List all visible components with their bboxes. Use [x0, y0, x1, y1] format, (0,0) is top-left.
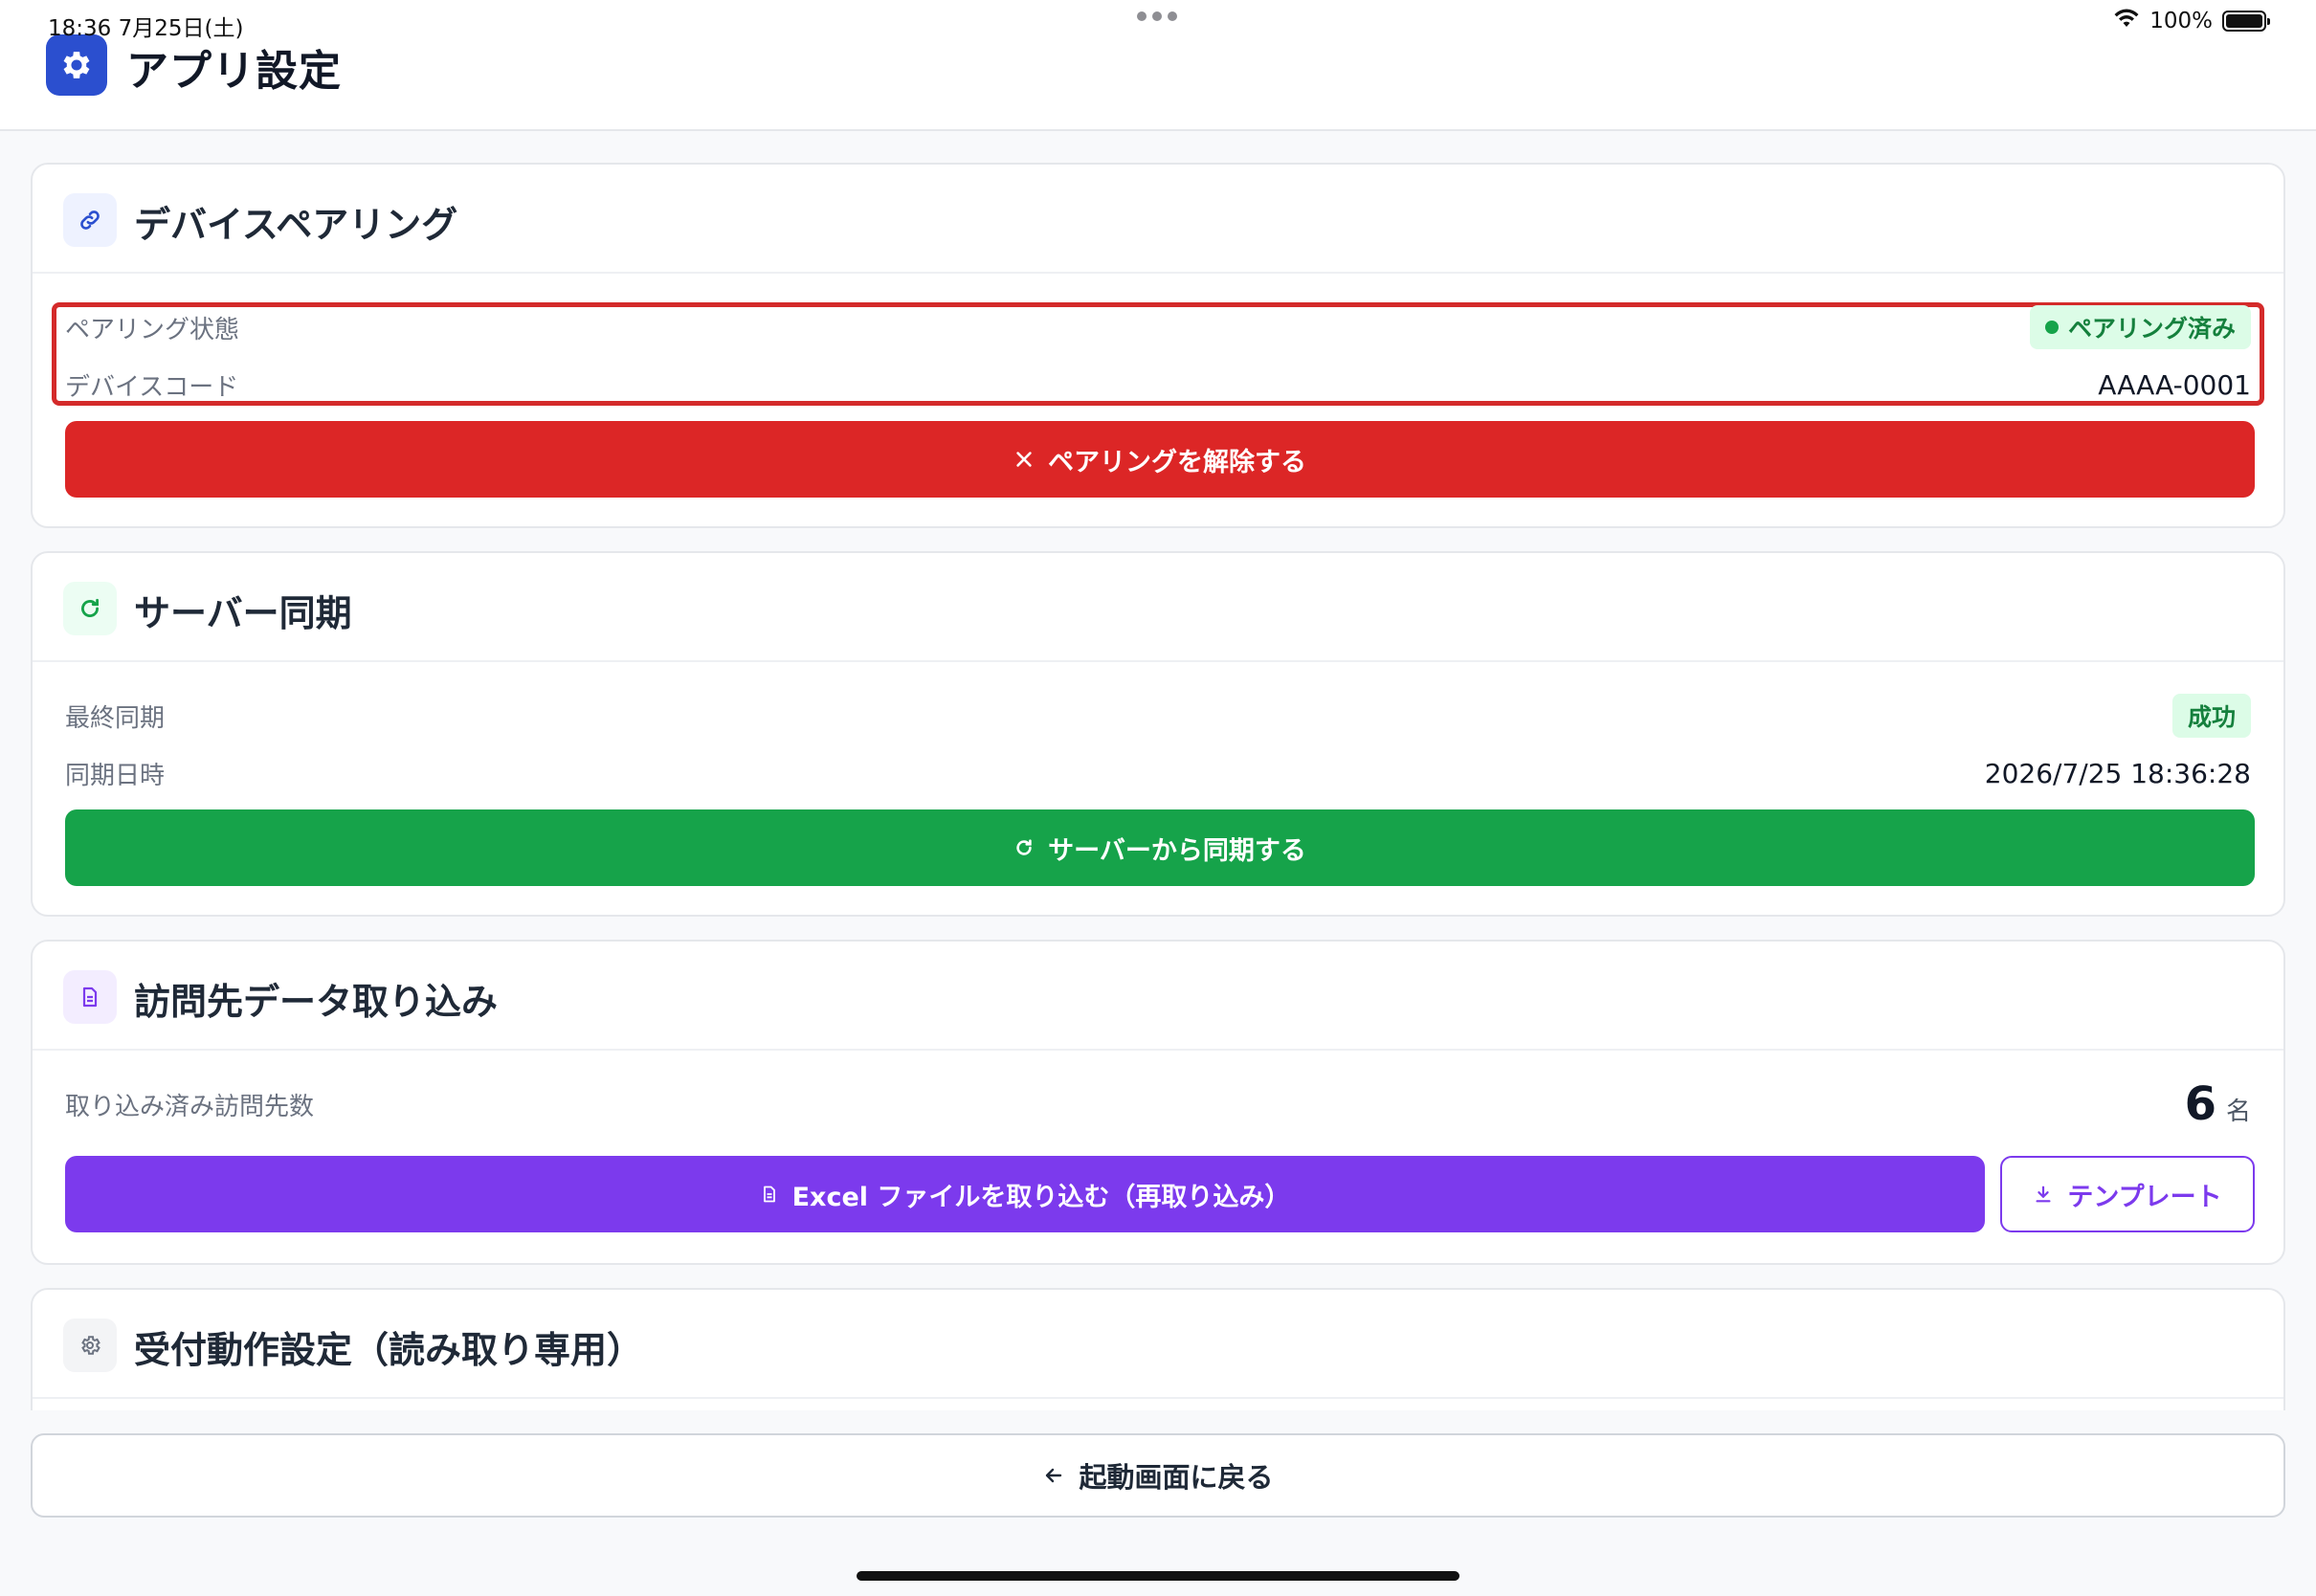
import-count-value: 6: [2184, 1077, 2216, 1131]
template-button-label: テンプレート: [2067, 1182, 2222, 1212]
home-indicator[interactable]: [857, 1571, 1459, 1581]
import-card: 訪問先データ取り込み 取り込み済み訪問先数 6 名 Excel ファイルを取り込…: [31, 940, 2285, 1265]
sync-button-label: サーバーから同期する: [1048, 835, 1306, 866]
status-bar: 18:36 7月25日(土) 100%: [0, 0, 2316, 44]
arrow-left-icon: [1046, 1468, 1062, 1483]
battery-percent: 100%: [2149, 9, 2213, 33]
import-count-label: 取り込み済み訪問先数: [65, 1092, 315, 1121]
sync-time-label: 同期日時: [65, 761, 166, 790]
unpair-button-label: ペアリングを解除する: [1048, 447, 1306, 477]
import-card-header: 訪問先データ取り込み: [33, 942, 2283, 1051]
back-button-label: 起動画面に戻る: [1079, 1461, 1274, 1494]
multitask-dots[interactable]: [1137, 11, 1177, 21]
wifi-icon: [2113, 8, 2140, 34]
sync-button[interactable]: サーバーから同期する: [65, 809, 2255, 886]
device-code-row: デバイスコード AAAA-0001: [65, 364, 2251, 406]
document-icon: [763, 1186, 775, 1203]
import-count-unit: 名: [2225, 1097, 2251, 1126]
back-button[interactable]: 起動画面に戻る: [31, 1433, 2285, 1518]
status-time: 18:36 7月25日(土): [48, 16, 244, 41]
import-excel-button-label: Excel ファイルを取り込む（再取り込み）: [791, 1182, 1291, 1212]
template-button[interactable]: テンプレート: [2000, 1156, 2255, 1232]
status-badge: ペアリング済み: [2029, 305, 2251, 349]
import-count-row: 取り込み済み訪問先数 6 名: [65, 1077, 2251, 1131]
last-sync-row: 最終同期 成功: [65, 694, 2251, 738]
status-dot-icon: [2044, 321, 2059, 334]
status-badge-text: ペアリング済み: [2067, 315, 2236, 343]
gear-icon: [63, 1319, 117, 1372]
unpair-button[interactable]: ペアリングを解除する: [65, 421, 2255, 498]
close-icon: [1016, 452, 1032, 467]
device-code-value: AAAA-0001: [2098, 368, 2251, 401]
status-right: 100%: [2113, 8, 2270, 34]
sync-time-row: 同期日時 2026/7/25 18:36:28: [65, 752, 2251, 794]
refresh-icon: [63, 582, 117, 635]
document-icon: [63, 970, 117, 1024]
pairing-status-label: ペアリング状態: [65, 315, 240, 344]
device-code-label: デバイスコード: [65, 372, 239, 402]
download-icon: [2036, 1186, 2051, 1203]
link-icon: [63, 193, 117, 247]
import-title: 訪問先データ取り込み: [134, 981, 499, 1023]
pairing-card: デバイスペアリング ペアリング状態 ペアリング済み デバイスコード AAAA-0…: [31, 163, 2285, 528]
pairing-card-header: デバイスペアリング: [33, 165, 2283, 274]
import-count: 6 名: [2185, 1077, 2251, 1131]
sync-time-value: 2026/7/25 18:36:28: [1984, 757, 2251, 789]
battery-icon: [2222, 11, 2270, 32]
reception-card-header: 受付動作設定（読み取り専用）: [33, 1290, 2283, 1399]
sync-status-badge: 成功: [2171, 694, 2251, 738]
sync-card-header: サーバー同期: [33, 553, 2283, 662]
page-title: アプリ設定: [126, 47, 342, 96]
reception-title: 受付動作設定（読み取り専用）: [134, 1329, 644, 1371]
pairing-title: デバイスペアリング: [134, 204, 458, 246]
refresh-icon: [1016, 839, 1032, 855]
import-excel-button[interactable]: Excel ファイルを取り込む（再取り込み）: [65, 1156, 1985, 1232]
sync-title: サーバー同期: [134, 592, 352, 634]
pairing-status-row: ペアリング状態 ペアリング済み: [65, 305, 2251, 349]
last-sync-label: 最終同期: [65, 703, 166, 733]
sync-card: サーバー同期 最終同期 成功 同期日時 2026/7/25 18:36:28 サ…: [31, 551, 2285, 917]
